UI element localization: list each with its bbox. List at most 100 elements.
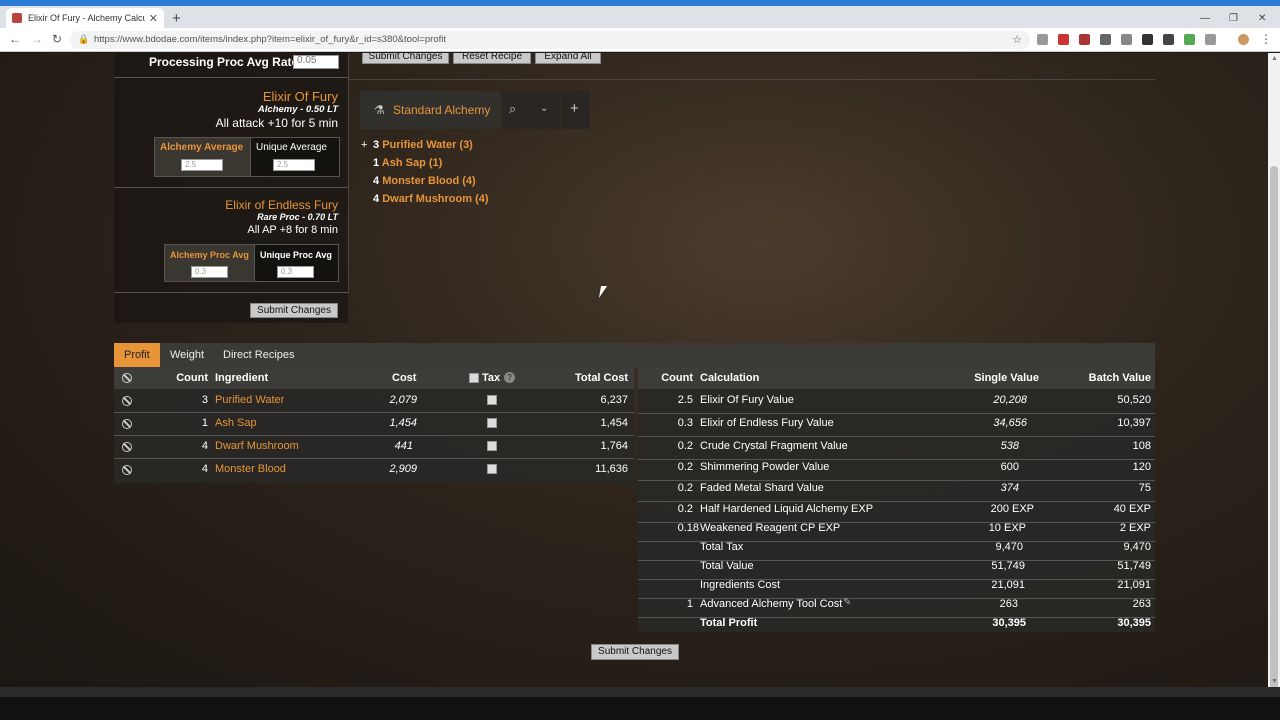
tax-checkbox[interactable] bbox=[487, 464, 497, 474]
row-count: 1 bbox=[201, 417, 208, 429]
row-divider bbox=[114, 458, 634, 459]
row-batch-value: 50,520 bbox=[1117, 394, 1151, 406]
tax-checkbox[interactable] bbox=[487, 441, 497, 451]
tax-all-checkbox[interactable] bbox=[469, 373, 479, 383]
search-icon: ⌕ bbox=[509, 101, 517, 116]
menu-kebab-icon[interactable]: ⋮ bbox=[1260, 32, 1272, 46]
submit-changes-button[interactable]: Submit Changes bbox=[362, 53, 449, 64]
row-ingredient[interactable]: Dwarf Mushroom bbox=[215, 440, 299, 452]
vertical-divider bbox=[348, 53, 349, 293]
row-single-value[interactable]: 600 bbox=[930, 461, 1019, 473]
row-ingredient[interactable]: Purified Water bbox=[215, 394, 284, 406]
ban-icon[interactable] bbox=[122, 419, 132, 429]
edit-pencil-icon[interactable]: ✎ bbox=[843, 597, 851, 608]
bottom-submit-button[interactable]: Submit Changes bbox=[591, 644, 679, 660]
extension-icon[interactable] bbox=[1163, 34, 1174, 45]
ban-icon[interactable] bbox=[122, 373, 132, 383]
reset-recipe-button[interactable]: Reset Recipe bbox=[453, 53, 531, 64]
row-total: 1,454 bbox=[600, 417, 628, 429]
row-divider bbox=[114, 412, 634, 413]
extension-icon[interactable] bbox=[1037, 34, 1048, 45]
divider bbox=[348, 79, 1155, 80]
row-single-value[interactable]: 34,656 bbox=[930, 417, 1027, 429]
scroll-up-icon[interactable]: ▲ bbox=[1271, 55, 1278, 62]
divider bbox=[114, 77, 348, 78]
row-batch-value: 10,397 bbox=[1117, 417, 1151, 429]
search-button[interactable]: ⌕ bbox=[502, 91, 530, 129]
address-bar[interactable]: 🔒 https://www.bdodae.com/items/index.php… bbox=[70, 31, 1030, 49]
profile-avatar-icon[interactable] bbox=[1238, 34, 1249, 45]
new-tab-icon[interactable]: + bbox=[172, 10, 181, 27]
help-icon[interactable]: ? bbox=[504, 372, 515, 383]
chevron-down-icon: ⌄ bbox=[540, 103, 549, 114]
row-ingredient[interactable]: Monster Blood bbox=[215, 463, 286, 475]
row-cost[interactable]: 1,454 bbox=[340, 417, 417, 429]
tax-checkbox[interactable] bbox=[487, 395, 497, 405]
extension-icon[interactable] bbox=[1142, 34, 1153, 45]
recipe-ingredient[interactable]: 4 Monster Blood (4) bbox=[373, 175, 476, 187]
reload-icon[interactable]: ↻ bbox=[52, 32, 62, 46]
close-window-icon[interactable]: ✕ bbox=[1258, 13, 1266, 24]
ban-icon[interactable] bbox=[122, 442, 132, 452]
row-ingredient[interactable]: Ash Sap bbox=[215, 417, 257, 429]
item1-name: Elixir Of Fury bbox=[262, 89, 338, 104]
row-cost[interactable]: 441 bbox=[340, 440, 413, 452]
add-button[interactable]: + bbox=[561, 91, 590, 129]
row-total: 11,636 bbox=[595, 463, 628, 475]
recipe-ingredient[interactable]: 4 Dwarf Mushroom (4) bbox=[373, 193, 489, 205]
tab-direct-recipes[interactable]: Direct Recipes bbox=[223, 343, 295, 367]
alchemy-tool-selector[interactable]: ⚗ Standard Alchemy bbox=[360, 91, 500, 129]
tab-profit[interactable]: Profit bbox=[114, 343, 160, 367]
browser-tab[interactable]: Elixir Of Fury - Alchemy Calculat ✕ bbox=[6, 8, 164, 28]
extension-icon[interactable] bbox=[1121, 34, 1132, 45]
alchemy-average-input[interactable]: 2.5 bbox=[181, 159, 223, 171]
recipe-ingredient[interactable]: 1 Ash Sap (1) bbox=[373, 157, 442, 169]
ingredient-count: 3 bbox=[373, 139, 380, 151]
taskbar-strip bbox=[0, 687, 1280, 697]
minimize-icon[interactable]: — bbox=[1200, 13, 1210, 24]
row-calculation: Shimmering Powder Value bbox=[700, 461, 830, 473]
extension-icon[interactable] bbox=[1100, 34, 1111, 45]
ban-icon[interactable] bbox=[122, 396, 132, 406]
close-tab-icon[interactable]: ✕ bbox=[149, 12, 158, 25]
ingredient-name: Monster Blood (4) bbox=[382, 175, 476, 187]
row-batch-value: 51,749 bbox=[1117, 560, 1151, 572]
row-single-value[interactable]: 538 bbox=[930, 440, 1019, 452]
dropdown-button[interactable]: ⌄ bbox=[531, 91, 560, 129]
row-single-value[interactable]: 374 bbox=[930, 482, 1019, 494]
scrollbar-thumb[interactable] bbox=[1270, 166, 1278, 710]
bookmark-star-icon[interactable]: ☆ bbox=[1012, 33, 1022, 46]
row-batch-value: 9,470 bbox=[1123, 541, 1151, 553]
unique-average-input[interactable]: 2.5 bbox=[273, 159, 315, 171]
row-calculation: Elixir of Endless Fury Value bbox=[700, 417, 834, 429]
row-batch-value: 21,091 bbox=[1117, 579, 1151, 591]
back-icon[interactable]: ← bbox=[9, 32, 21, 46]
expand-plus-icon[interactable]: + bbox=[361, 139, 367, 151]
recipe-ingredient[interactable]: 3 Purified Water (3) bbox=[373, 139, 473, 151]
tab-title: Elixir Of Fury - Alchemy Calculat bbox=[28, 13, 145, 23]
forward-icon[interactable]: → bbox=[31, 32, 43, 46]
alchemy-proc-input[interactable]: 0.3 bbox=[191, 266, 228, 278]
row-batch-value: 2 EXP bbox=[1119, 522, 1151, 534]
row-calculation: Half Hardened Liquid Alchemy EXP bbox=[700, 503, 874, 515]
item2-effect: All AP +8 for 8 min bbox=[247, 224, 338, 236]
extension-icon[interactable] bbox=[1184, 34, 1195, 45]
proc-rate-input[interactable]: 0.05 bbox=[293, 55, 339, 69]
vertical-scrollbar[interactable]: ▲ ▼ bbox=[1268, 53, 1280, 710]
row-cost[interactable]: 2,909 bbox=[340, 463, 417, 475]
row-cost[interactable]: 2,079 bbox=[340, 394, 417, 406]
restore-icon[interactable]: ❐ bbox=[1229, 13, 1238, 24]
tax-checkbox[interactable] bbox=[487, 418, 497, 428]
left-submit-button[interactable]: Submit Changes bbox=[250, 303, 338, 318]
extension-icon[interactable] bbox=[1205, 34, 1216, 45]
extension-icon[interactable] bbox=[1079, 34, 1090, 45]
expand-all-button[interactable]: Expand All bbox=[535, 53, 601, 64]
tab-weight[interactable]: Weight bbox=[170, 343, 204, 367]
row-single-value[interactable]: 20,208 bbox=[930, 394, 1027, 406]
scroll-down-icon[interactable]: ▼ bbox=[1271, 678, 1278, 685]
ban-icon[interactable] bbox=[122, 465, 132, 475]
extension-icon[interactable] bbox=[1058, 34, 1069, 45]
row-calculation: Total Profit bbox=[700, 617, 758, 629]
unique-proc-input[interactable]: 0.3 bbox=[277, 266, 314, 278]
row-batch-value: 120 bbox=[1132, 461, 1151, 473]
